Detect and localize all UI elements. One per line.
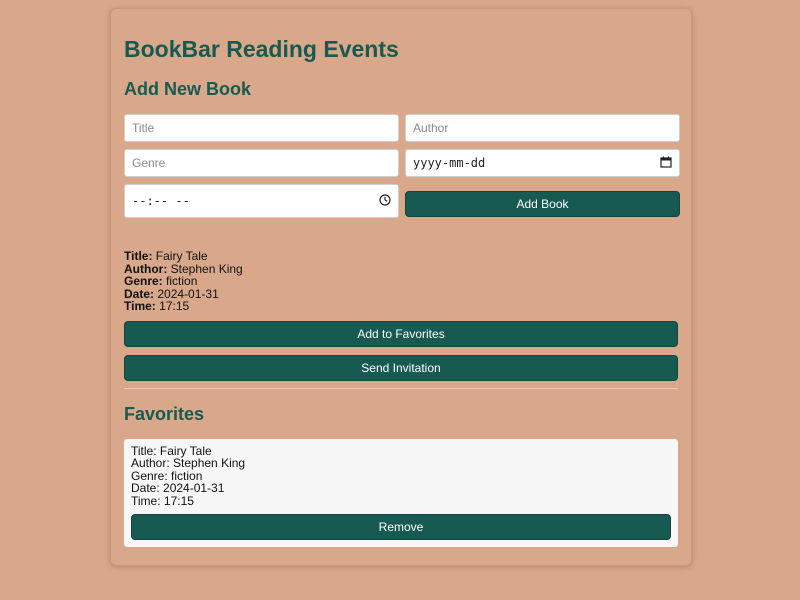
author-field[interactable] <box>405 114 680 142</box>
title-input[interactable] <box>132 121 391 135</box>
add-to-favorites-button[interactable]: Add to Favorites <box>124 320 678 347</box>
add-book-button[interactable]: Add Book <box>405 191 680 217</box>
genre-input[interactable] <box>132 156 391 170</box>
detail-date: Date: 2024-01-31 <box>124 286 219 301</box>
favorite-author: Author: Stephen King <box>131 456 246 470</box>
add-book-form: yyyy-mm-dd --:-- -- Add Book <box>124 114 680 218</box>
favorites-heading: Favorites <box>124 403 205 424</box>
author-input[interactable] <box>413 121 672 135</box>
favorite-date: Date: 2024-01-31 <box>131 481 225 495</box>
date-field[interactable]: yyyy-mm-dd <box>405 149 680 177</box>
add-book-heading: Add New Book <box>124 79 252 99</box>
title-field[interactable] <box>124 114 399 142</box>
genre-field[interactable] <box>124 149 399 177</box>
calendar-icon[interactable] <box>660 156 672 171</box>
remove-favorite-button[interactable]: Remove <box>131 514 671 540</box>
time-placeholder: --:-- -- <box>132 194 190 208</box>
page-title: BookBar Reading Events <box>124 36 399 62</box>
detail-time: Time: 17:15 <box>124 299 190 313</box>
favorite-time: Time: 17:15 <box>131 493 194 508</box>
favorite-item: Title: Fairy Tale Author: Stephen King G… <box>124 438 678 547</box>
clock-icon[interactable] <box>379 193 391 209</box>
detail-author: Author: Stephen King <box>124 261 243 276</box>
send-invitation-button[interactable]: Send Invitation <box>124 354 678 381</box>
date-placeholder: yyyy-mm-dd <box>413 156 486 170</box>
book-details: Title: Fairy Tale Author: Stephen King G… <box>124 250 678 313</box>
main-card: BookBar Reading Events Add New Book yyyy… <box>110 8 692 566</box>
time-field[interactable]: --:-- -- <box>124 184 399 218</box>
divider <box>124 387 678 389</box>
